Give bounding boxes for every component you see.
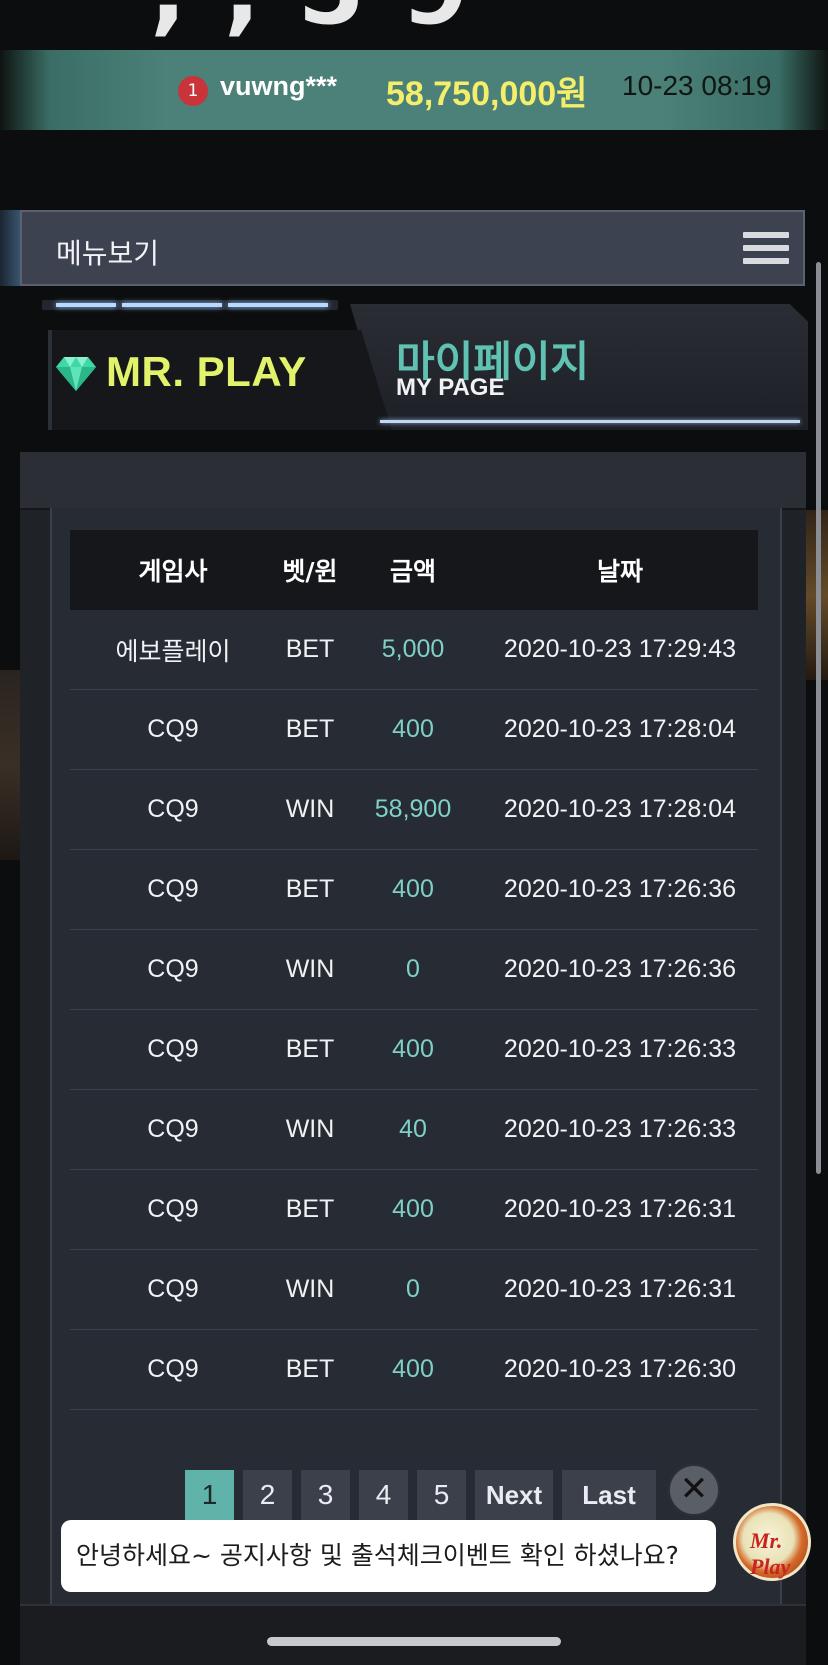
cell-bet-win: BET xyxy=(285,635,335,663)
table-row: CQ9 BET 400 2020-10-23 17:26:36 xyxy=(70,850,758,930)
cell-amount: 400 xyxy=(392,875,434,903)
chat-avatar[interactable]: Mr. Play xyxy=(733,1503,811,1581)
cell-provider: CQ9 xyxy=(147,1355,199,1383)
cell-bet-win: BET xyxy=(285,1355,335,1383)
partial-top-text: , , 5 9 xyxy=(150,0,471,38)
winner-ticker: 1 vuwng*** 58,750,000원 10-23 08:19 xyxy=(0,50,828,130)
diamond-gem-icon xyxy=(56,357,96,391)
cell-provider: CQ9 xyxy=(147,795,199,823)
cell-bet-win: WIN xyxy=(285,955,335,983)
table-row: CQ9 WIN 0 2020-10-23 17:26:36 xyxy=(70,930,758,1010)
menu-bar[interactable]: 메뉴보기 xyxy=(20,210,805,286)
table-row: CQ9 BET 400 2020-10-23 17:26:31 xyxy=(70,1170,758,1250)
cell-date: 2020-10-23 17:26:31 xyxy=(503,1195,737,1223)
scrollbar[interactable] xyxy=(816,262,821,1174)
cell-bet-win: WIN xyxy=(285,1275,335,1303)
cell-amount: 5,000 xyxy=(381,635,445,663)
table-row: CQ9 BET 400 2020-10-23 17:28:04 xyxy=(70,690,758,770)
cell-provider: CQ9 xyxy=(147,1195,199,1223)
home-indicator[interactable] xyxy=(267,1637,561,1646)
cell-amount: 40 xyxy=(399,1115,427,1143)
page-header: MR. PLAY 마이페이지 MY PAGE xyxy=(20,300,808,440)
cell-date: 2020-10-23 17:26:30 xyxy=(503,1355,737,1383)
page-button-5[interactable]: 5 xyxy=(417,1470,466,1520)
cell-amount: 400 xyxy=(392,1355,434,1383)
cell-date: 2020-10-23 17:26:33 xyxy=(503,1035,737,1063)
ticker-datetime: 10-23 08:19 xyxy=(622,70,772,101)
column-header-provider: 게임사 xyxy=(138,557,208,586)
ticker-amount: 58,750,000원 xyxy=(386,75,588,113)
next-page-button[interactable]: Next xyxy=(475,1470,553,1520)
table-header: 게임사 벳/윈 금액 날짜 xyxy=(70,530,758,610)
table-row: CQ9 BET 400 2020-10-23 17:26:30 xyxy=(70,1330,758,1410)
bottom-bar xyxy=(20,1604,806,1665)
column-header-amount: 금액 xyxy=(389,557,436,586)
cell-provider: CQ9 xyxy=(147,955,199,983)
table-row: CQ9 WIN 40 2020-10-23 17:26:33 xyxy=(70,1090,758,1170)
header-underline xyxy=(380,420,800,423)
column-header-betwin: 벳/윈 xyxy=(282,557,338,586)
cell-amount: 0 xyxy=(406,1275,420,1303)
table-row: CQ9 BET 400 2020-10-23 17:26:33 xyxy=(70,1010,758,1090)
cell-date: 2020-10-23 17:26:36 xyxy=(503,875,737,903)
cell-provider: CQ9 xyxy=(147,715,199,743)
chat-message-bubble[interactable]: 안녕하세요~ 공지사항 및 출석체크이벤트 확인 하셨나요? xyxy=(61,1520,716,1592)
cell-provider: CQ9 xyxy=(147,1035,199,1063)
ticker-username: vuwng*** xyxy=(220,71,338,101)
cell-amount: 0 xyxy=(406,955,420,983)
menu-label[interactable]: 메뉴보기 xyxy=(56,232,159,272)
cell-date: 2020-10-23 17:26:31 xyxy=(503,1275,737,1303)
cell-amount: 400 xyxy=(392,1035,434,1063)
cell-amount: 400 xyxy=(392,1195,434,1223)
cell-date: 2020-10-23 17:26:36 xyxy=(503,955,737,983)
table-row: 에보플레이 BET 5,000 2020-10-23 17:29:43 xyxy=(70,610,758,690)
pagination: 1 2 3 4 5 Next Last xyxy=(185,1470,656,1520)
rank-badge: 1 xyxy=(178,76,208,106)
page-subtitle: MY PAGE xyxy=(396,374,505,401)
cell-amount: 58,900 xyxy=(374,795,452,823)
cell-bet-win: WIN xyxy=(285,795,335,823)
page-button-4[interactable]: 4 xyxy=(359,1470,408,1520)
page-button-2[interactable]: 2 xyxy=(243,1470,292,1520)
cell-amount: 400 xyxy=(392,715,434,743)
cell-provider: CQ9 xyxy=(147,875,199,903)
cell-date: 2020-10-23 17:28:04 xyxy=(503,795,737,823)
cell-date: 2020-10-23 17:26:33 xyxy=(503,1115,737,1143)
avatar-logo-text: Mr. Play xyxy=(750,1528,791,1579)
cell-bet-win: BET xyxy=(285,715,335,743)
cell-date: 2020-10-23 17:29:43 xyxy=(503,635,737,663)
table-row: CQ9 WIN 58,900 2020-10-23 17:28:04 xyxy=(70,770,758,850)
cell-bet-win: WIN xyxy=(285,1115,335,1143)
cell-bet-win: BET xyxy=(285,1195,335,1223)
cell-date: 2020-10-23 17:28:04 xyxy=(503,715,737,743)
cell-provider: CQ9 xyxy=(147,1275,199,1303)
header-light-strip xyxy=(42,300,338,310)
cell-bet-win: BET xyxy=(285,1035,335,1063)
table-row: CQ9 WIN 0 2020-10-23 17:26:31 xyxy=(70,1250,758,1330)
hamburger-menu-icon[interactable] xyxy=(743,232,789,268)
page-button-1[interactable]: 1 xyxy=(185,1470,234,1520)
cell-bet-win: BET xyxy=(285,875,335,903)
cell-provider: 에보플레이 xyxy=(115,636,231,666)
content-topbar xyxy=(20,452,806,510)
close-icon[interactable]: ✕ xyxy=(668,1464,720,1516)
column-header-date: 날짜 xyxy=(596,557,643,586)
last-page-button[interactable]: Last xyxy=(562,1470,656,1520)
cell-provider: CQ9 xyxy=(147,1115,199,1143)
brand-logo-text: MR. PLAY xyxy=(106,348,307,395)
page-button-3[interactable]: 3 xyxy=(301,1470,350,1520)
bet-history-table: 게임사 벳/윈 금액 날짜 에보플레이 BET 5,000 2020-10-23 17… xyxy=(70,530,758,1410)
